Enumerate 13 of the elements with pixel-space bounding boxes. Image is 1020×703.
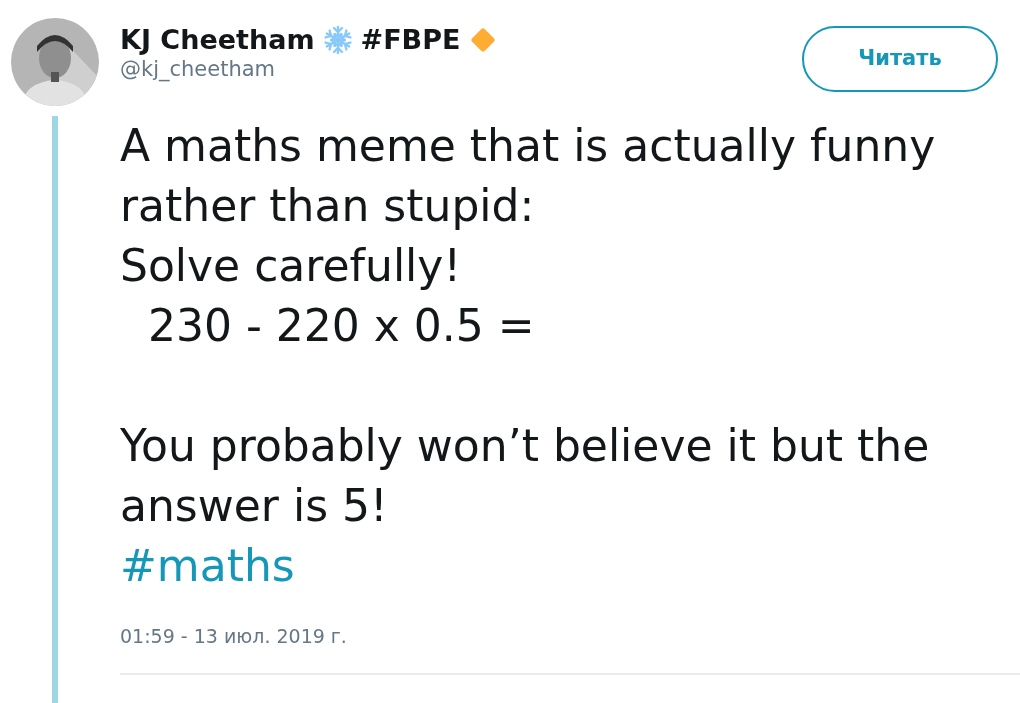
tweet-text: You probably won’t believe it but the — [120, 419, 930, 473]
tweet-text: Solve carefully! — [120, 239, 462, 293]
follow-button[interactable]: Читать — [802, 26, 998, 92]
snowflake-icon — [322, 25, 353, 56]
author-hashtag: #FBPE — [360, 24, 461, 57]
author-handle[interactable]: @kj_cheetham — [120, 56, 802, 84]
author-name[interactable]: KJ Cheetham — [120, 24, 315, 57]
tweet-text: rather than stupid: — [120, 179, 535, 233]
timestamp[interactable]: 01:59 - 13 июл. 2019 г. — [120, 622, 1020, 651]
tweet-text: answer is 5! — [120, 479, 388, 533]
hashtag-link[interactable]: #maths — [120, 536, 295, 596]
tweet-text: 230 - 220 x 0.5 = — [146, 299, 535, 353]
tweet-text: A maths meme that is actually funny — [120, 119, 936, 173]
